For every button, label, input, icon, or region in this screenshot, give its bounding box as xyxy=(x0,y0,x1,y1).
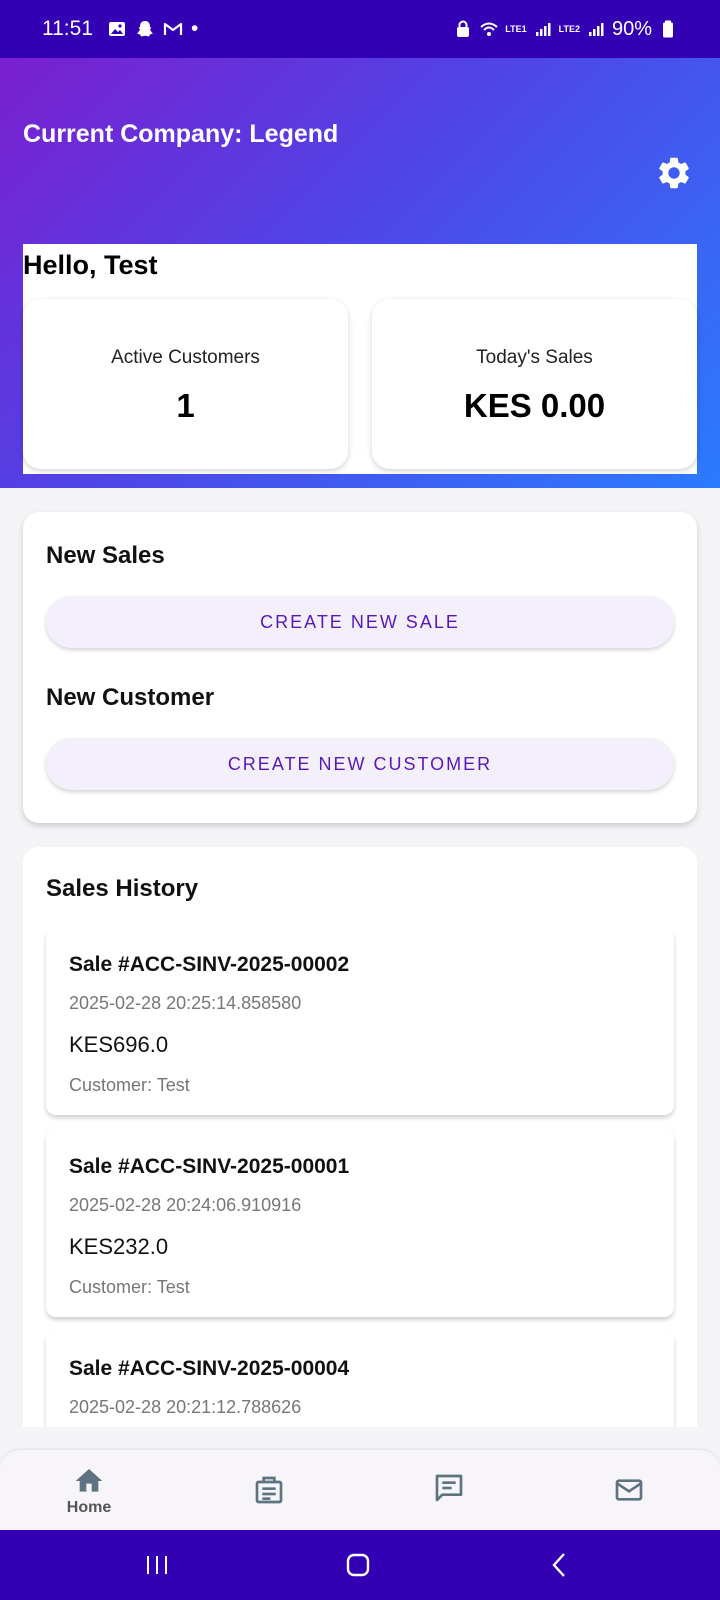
nav-home[interactable]: Home xyxy=(29,1450,149,1530)
new-customer-title: New Customer xyxy=(46,684,215,711)
create-new-sale-button[interactable]: CREATE NEW SALE xyxy=(46,596,674,648)
greeting-panel: Hello, Test Active Customers 1 Today's S… xyxy=(23,244,697,474)
settings-gear-icon[interactable] xyxy=(655,154,693,192)
receipt-icon xyxy=(255,1476,283,1504)
sale-amount: KES232.0 xyxy=(69,1234,169,1259)
sale-customer: Customer: Test xyxy=(69,1277,190,1297)
snapchat-icon xyxy=(135,19,155,39)
sale-id: Sale #ACC-SINV-2025-00002 xyxy=(69,953,350,976)
sale-date: 2025-02-28 20:25:14.858580 xyxy=(69,993,302,1013)
gallery-icon xyxy=(107,19,127,39)
active-customers-card[interactable]: Active Customers 1 xyxy=(23,299,348,469)
status-dot: • xyxy=(191,17,199,40)
create-new-customer-button[interactable]: CREATE NEW CUSTOMER xyxy=(46,738,674,790)
company-title: Current Company: Legend xyxy=(23,120,339,148)
actions-card: New Sales CREATE NEW SALE New Customer C… xyxy=(23,512,697,823)
sale-amount: KES696.0 xyxy=(69,1032,169,1057)
wifi-icon xyxy=(479,19,499,39)
signal-icon xyxy=(586,19,606,39)
network-2-label: LTE2 xyxy=(558,23,580,34)
nav-sales[interactable] xyxy=(209,1450,329,1530)
sales-history-card: Sales History Sale #ACC-SINV-2025-00002 … xyxy=(23,847,697,1427)
sales-history-title: Sales History xyxy=(46,875,199,902)
nav-mail[interactable] xyxy=(569,1450,689,1530)
system-nav-bar xyxy=(0,1530,720,1600)
battery-icon xyxy=(658,19,678,39)
recent-apps-icon[interactable] xyxy=(140,1548,174,1582)
sale-list-item[interactable]: Sale #ACC-SINV-2025-00001 2025-02-28 20:… xyxy=(46,1129,674,1317)
status-bar: 11:51 • LTE1 LTE2 90% xyxy=(0,0,720,58)
battery-percent: 90% xyxy=(611,17,652,40)
stat-label: Active Customers xyxy=(111,347,260,368)
lock-icon xyxy=(453,19,473,39)
stat-value: KES 0.00 xyxy=(463,387,606,424)
back-icon[interactable] xyxy=(543,1548,577,1582)
sale-list-item[interactable]: Sale #ACC-SINV-2025-00004 2025-02-28 20:… xyxy=(46,1331,674,1427)
nav-messages[interactable] xyxy=(389,1450,509,1530)
status-time: 11:51 xyxy=(42,17,93,40)
sale-date: 2025-02-28 20:21:12.788626 xyxy=(69,1397,302,1417)
new-sales-title: New Sales xyxy=(46,542,165,569)
greeting-text: Hello, Test xyxy=(23,250,158,280)
sale-date: 2025-02-28 20:24:06.910916 xyxy=(69,1195,302,1215)
signal-icon xyxy=(533,19,553,39)
sale-customer: Customer: Test xyxy=(69,1075,190,1095)
home-button-icon[interactable] xyxy=(341,1548,375,1582)
sale-list-item[interactable]: Sale #ACC-SINV-2025-00002 2025-02-28 20:… xyxy=(46,927,674,1115)
todays-sales-card[interactable]: Today's Sales KES 0.00 xyxy=(372,299,697,469)
sale-id: Sale #ACC-SINV-2025-00004 xyxy=(69,1357,350,1380)
status-left: 11:51 • xyxy=(42,17,198,41)
status-right: LTE1 LTE2 90% xyxy=(453,18,678,41)
sale-id: Sale #ACC-SINV-2025-00001 xyxy=(69,1155,350,1178)
chat-icon xyxy=(435,1474,463,1502)
stat-label: Today's Sales xyxy=(476,347,593,368)
home-icon xyxy=(75,1469,103,1492)
stat-value: 1 xyxy=(176,387,195,424)
nav-home-label: Home xyxy=(66,1499,112,1516)
bottom-nav: Home xyxy=(0,1450,720,1530)
network-1-label: LTE1 xyxy=(505,23,527,34)
gmail-icon xyxy=(163,19,183,39)
mail-icon xyxy=(615,1479,643,1501)
